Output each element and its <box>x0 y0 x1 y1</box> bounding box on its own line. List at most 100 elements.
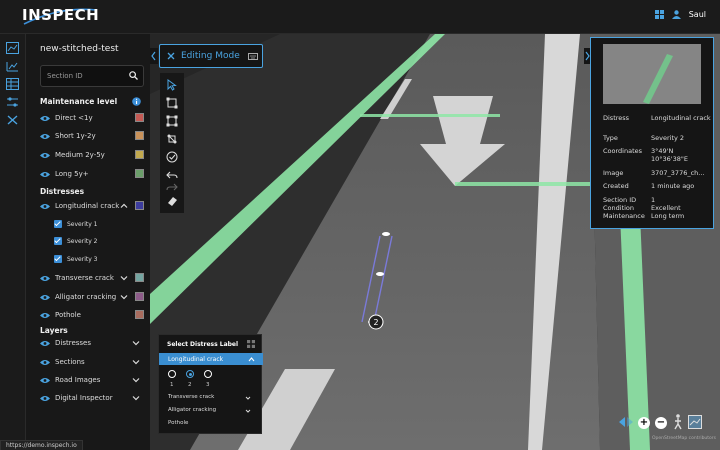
sliders-icon[interactable] <box>6 96 19 108</box>
info-key: Created <box>603 182 629 190</box>
checkbox-checked[interactable] <box>54 237 62 245</box>
maintenance-label: Medium 2y-5y <box>55 151 105 159</box>
pedestrian-icon[interactable] <box>673 414 683 430</box>
eye-icon[interactable] <box>40 377 50 384</box>
color-swatch[interactable] <box>135 113 144 122</box>
satellite-layer-icon[interactable] <box>688 415 702 429</box>
color-swatch[interactable] <box>135 292 144 301</box>
selected-distress-option[interactable]: Longitudinal crack <box>159 353 263 365</box>
layer-item-distresses[interactable]: Distresses <box>40 337 144 349</box>
rectangle-select-icon[interactable] <box>166 97 178 109</box>
chevron-up-icon[interactable] <box>248 356 255 363</box>
polygon-icon[interactable] <box>166 115 178 127</box>
eye-icon[interactable] <box>40 115 50 122</box>
chevron-down-icon[interactable] <box>132 394 140 402</box>
analytics-icon[interactable] <box>6 60 19 72</box>
info-value: 1 <box>651 196 656 204</box>
eye-icon[interactable] <box>40 203 50 210</box>
eye-icon[interactable] <box>40 152 50 159</box>
distress-option-pothole[interactable]: Pothole <box>168 420 188 426</box>
color-swatch[interactable] <box>135 273 144 282</box>
distress-option-alligator[interactable]: Alligator cracking <box>168 407 216 413</box>
dashboard-grid-icon[interactable] <box>654 10 664 19</box>
user-icon[interactable] <box>671 10 681 19</box>
layer-label: Sections <box>55 358 85 366</box>
info-icon[interactable] <box>132 97 141 106</box>
top-right-controls: Saul <box>654 10 706 19</box>
search-icon[interactable] <box>129 71 138 80</box>
chevron-up-icon[interactable] <box>120 202 128 210</box>
map-icon[interactable] <box>6 42 19 54</box>
maintenance-item-direct[interactable]: Direct <1y <box>40 112 144 124</box>
severity-radio-1[interactable] <box>168 370 176 378</box>
info-key: Distress <box>603 114 630 122</box>
layer-item-sections[interactable]: Sections <box>40 356 144 368</box>
chevron-down-icon[interactable] <box>120 293 128 301</box>
maintenance-item-long[interactable]: Long 5y+ <box>40 168 144 180</box>
chevron-down-icon[interactable] <box>132 339 140 347</box>
eye-icon[interactable] <box>40 294 50 301</box>
color-swatch[interactable] <box>135 150 144 159</box>
checkbox-checked[interactable] <box>54 255 62 263</box>
zoom-out-button[interactable]: − <box>655 417 667 429</box>
distress-option-transverse[interactable]: Transverse crack <box>168 394 214 400</box>
chevron-down-icon[interactable] <box>245 395 251 401</box>
layer-item-road-images[interactable]: Road Images <box>40 374 144 386</box>
color-swatch[interactable] <box>135 169 144 178</box>
severity-checkbox-1[interactable]: Severity 1 <box>54 218 144 230</box>
chevron-down-icon[interactable] <box>245 408 251 414</box>
checkbox-checked[interactable] <box>54 220 62 228</box>
eye-icon[interactable] <box>40 171 50 178</box>
distress-item-pothole[interactable]: Pothole <box>40 309 144 321</box>
chevron-down-icon[interactable] <box>132 376 140 384</box>
eye-icon[interactable] <box>40 312 50 319</box>
icon-rail <box>0 34 26 450</box>
node-edit-icon[interactable] <box>166 133 178 145</box>
distress-item-alligator[interactable]: Alligator cracking <box>40 291 144 303</box>
chevron-down-icon[interactable] <box>120 274 128 282</box>
editing-collapse-icon[interactable] <box>150 48 158 64</box>
severity-checkbox-3[interactable]: Severity 3 <box>54 253 144 265</box>
eraser-icon[interactable] <box>166 195 178 207</box>
eye-icon[interactable] <box>40 395 50 402</box>
distress-info-panel: Distress Longitudinal crack Type Severit… <box>590 37 714 229</box>
severity-radio-2[interactable] <box>186 370 194 378</box>
distress-item-transverse[interactable]: Transverse crack <box>40 272 144 284</box>
tools-icon[interactable] <box>6 114 19 126</box>
layer-label: Distresses <box>55 339 92 347</box>
app-logo[interactable]: INSPECH <box>22 6 99 24</box>
info-key: Coordinates <box>603 147 643 155</box>
eye-icon[interactable] <box>40 340 50 347</box>
label-panel-title: Select Distress Label <box>167 341 239 348</box>
check-circle-icon[interactable] <box>166 151 178 163</box>
maintenance-item-medium[interactable]: Medium 2y-5y <box>40 149 144 161</box>
distress-item-longitudinal[interactable]: Longitudinal crack <box>40 200 144 212</box>
user-name[interactable]: Saul <box>689 10 706 19</box>
close-icon[interactable] <box>167 52 175 60</box>
keyboard-icon[interactable] <box>247 52 258 60</box>
map-attribution[interactable]: OpenStreetMap contributors <box>652 436 716 441</box>
distress-thumbnail[interactable] <box>603 44 701 104</box>
editing-mode-bar: Editing Mode <box>159 44 263 68</box>
color-swatch[interactable] <box>135 201 144 210</box>
table-icon[interactable] <box>6 78 19 90</box>
undo-icon[interactable] <box>166 169 178 181</box>
severity-label: Severity 3 <box>67 255 98 263</box>
severity-radio-3[interactable] <box>204 370 212 378</box>
layer-item-digital-inspector[interactable]: Digital Inspector <box>40 392 144 404</box>
chevron-down-icon[interactable] <box>132 358 140 366</box>
info-key: Section ID <box>603 196 637 204</box>
compass-icon[interactable] <box>619 416 633 428</box>
color-swatch[interactable] <box>135 310 144 319</box>
pointer-icon[interactable] <box>166 79 178 91</box>
eye-icon[interactable] <box>40 359 50 366</box>
redo-icon[interactable] <box>166 181 178 193</box>
section-id-input[interactable] <box>41 66 127 86</box>
zoom-in-button[interactable]: + <box>638 417 650 429</box>
severity-checkbox-2[interactable]: Severity 2 <box>54 235 144 247</box>
eye-icon[interactable] <box>40 275 50 282</box>
eye-icon[interactable] <box>40 133 50 140</box>
grid-icon[interactable] <box>247 340 255 348</box>
maintenance-item-short[interactable]: Short 1y-2y <box>40 130 144 142</box>
color-swatch[interactable] <box>135 131 144 140</box>
